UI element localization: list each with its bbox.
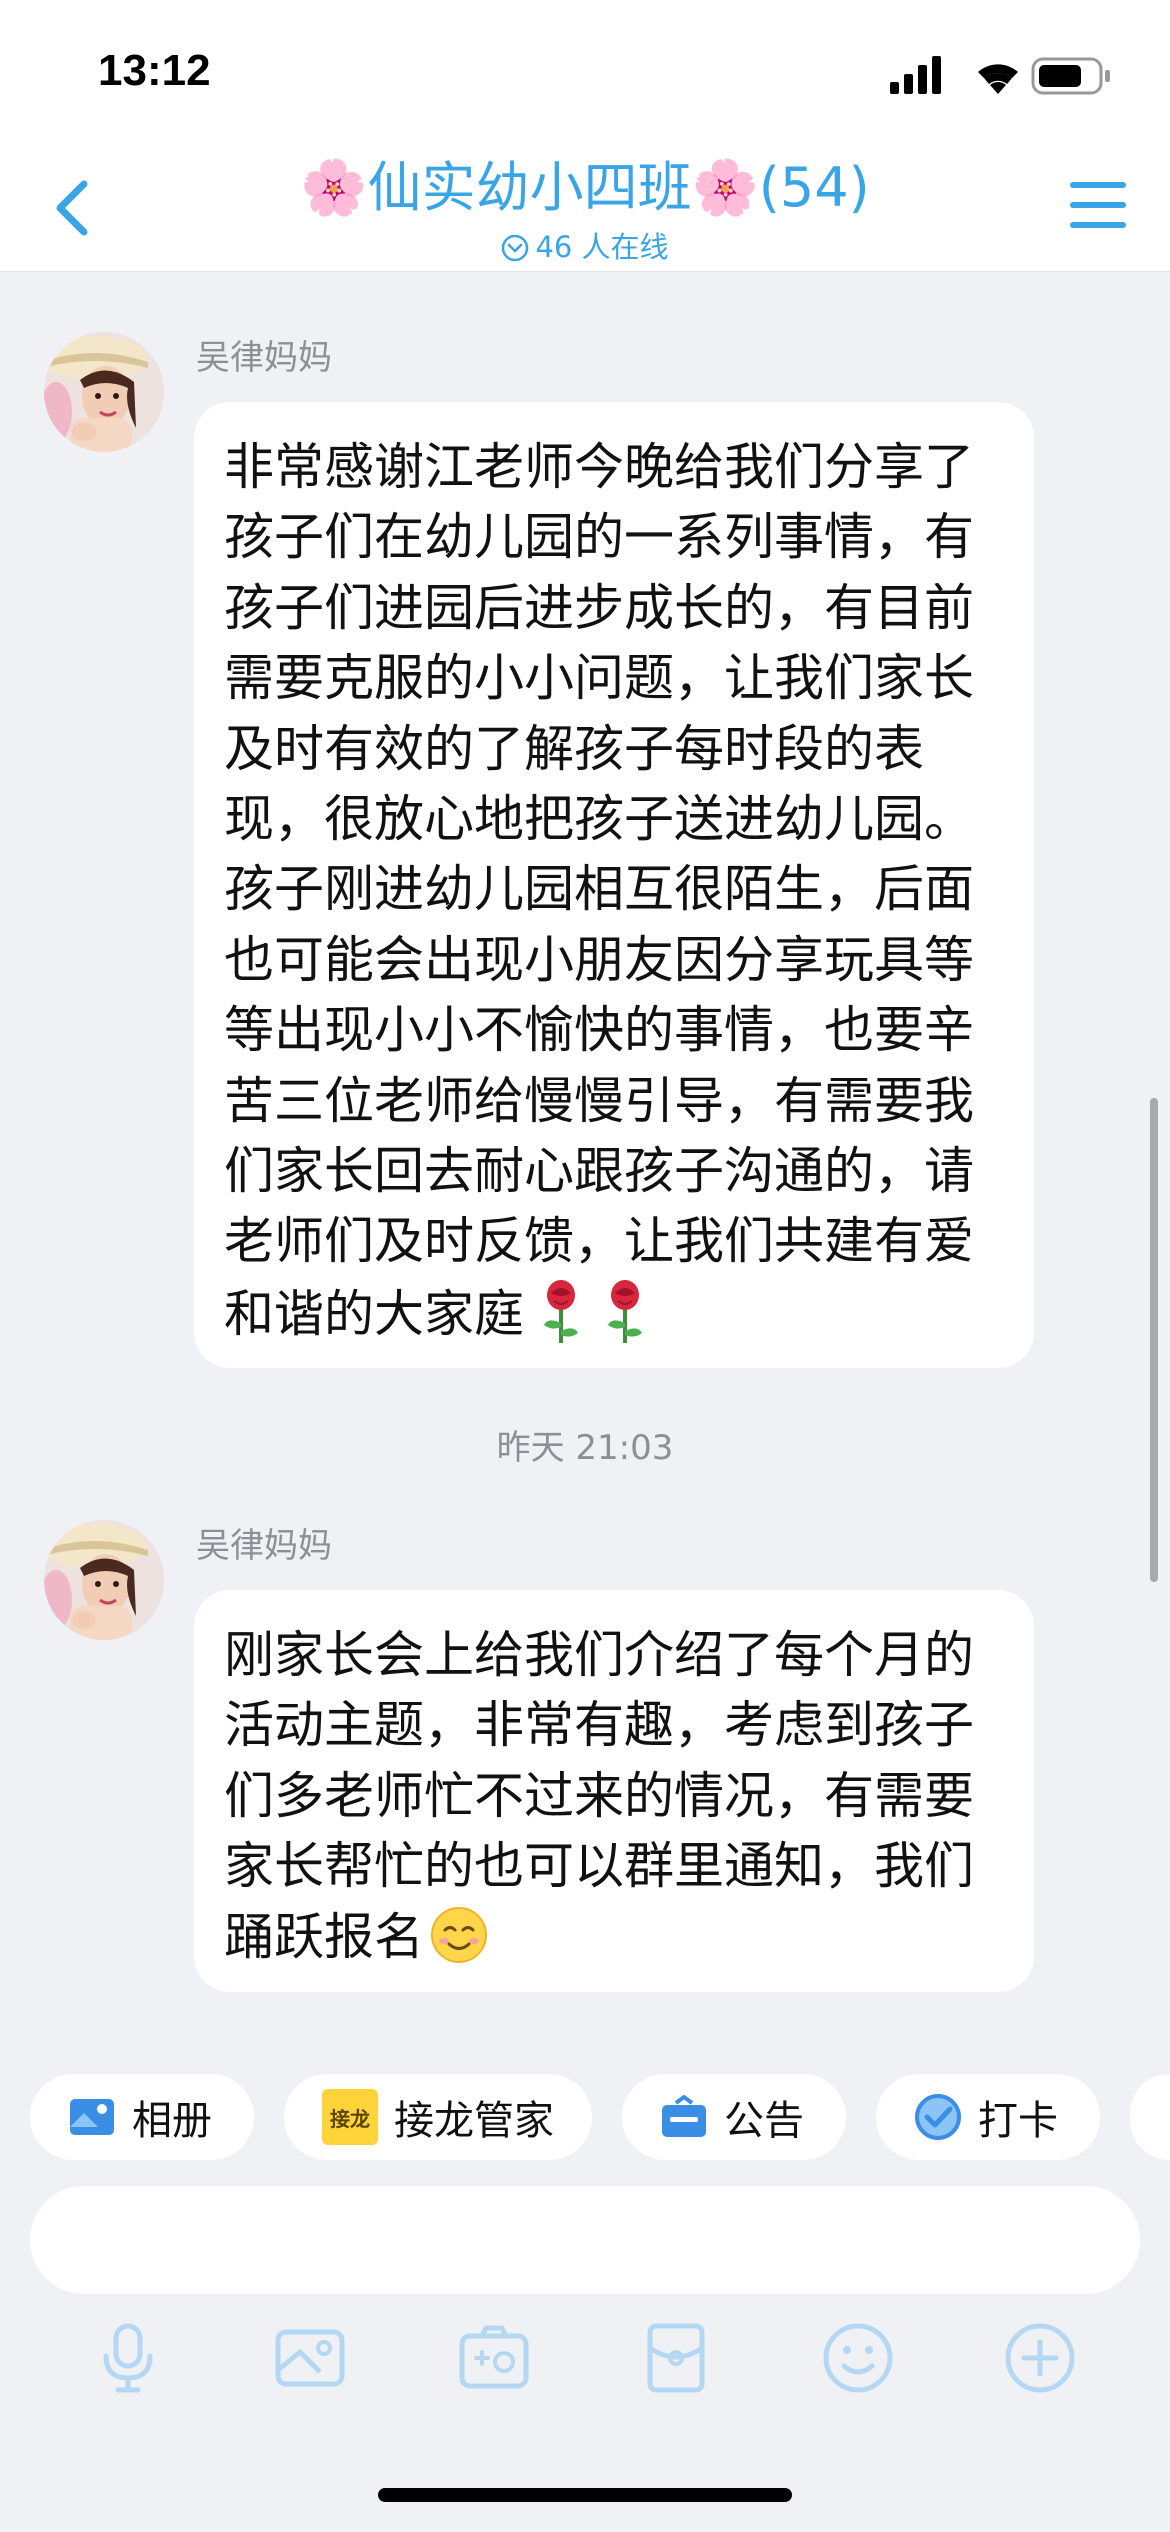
chat-screen: 13:12 🌸仙实幼小四班🌸(54) 46 人在线 吴律妈妈 非常感谢江老师今晚… (0, 0, 1170, 2532)
message-text: 非常感谢江老师今晚给我们分享了孩子们在幼儿园的一系列事情，有孩子们进园后进步成长… (224, 438, 974, 1343)
checkin-label: 打卡 (978, 2098, 1058, 2144)
image-icon[interactable] (270, 2318, 350, 2398)
back-button[interactable] (44, 172, 104, 244)
avatar-image (44, 1520, 164, 1640)
group-title: 🌸仙实幼小四班🌸(54) (300, 156, 870, 219)
rose-emoji-icon (544, 1279, 578, 1343)
announcement-button[interactable]: 公告 (622, 2074, 846, 2160)
battery-icon (1031, 57, 1110, 95)
album-button[interactable]: 相册 (30, 2074, 254, 2160)
announcement-icon (662, 2095, 706, 2137)
status-time: 13:12 (98, 46, 211, 95)
signal-icon (890, 56, 941, 94)
timestamp: 昨天 21:03 (496, 1428, 674, 1468)
chat-title-area[interactable]: 🌸仙实幼小四班🌸(54) 46 人在线 (180, 150, 990, 268)
microphone-icon[interactable] (88, 2318, 168, 2398)
message-text: 刚家长会上给我们介绍了每个月的活动主题，非常有趣，考虑到孩子们多老师忙不过来的情… (224, 1626, 974, 1966)
wifi-icon (978, 64, 1018, 94)
album-icon (70, 2099, 114, 2135)
announcement-label: 公告 (724, 2098, 804, 2144)
sender-name: 吴律妈妈 (196, 1526, 332, 1566)
more-quick-action[interactable] (1130, 2074, 1170, 2160)
online-count: 46 人在线 (535, 230, 669, 264)
input-toolbar (0, 2318, 1170, 2408)
checkin-button[interactable]: 打卡 (876, 2074, 1100, 2160)
rose-emoji-icon (608, 1279, 642, 1343)
quick-actions: 相册 接龙 接龙管家 公告 打卡 (0, 2074, 1170, 2160)
smiling-face-emoji-icon (431, 1906, 487, 1963)
menu-button[interactable] (1070, 182, 1126, 232)
jielong-icon: 接龙 (322, 2089, 378, 2145)
avatar[interactable] (44, 332, 164, 452)
message-input[interactable] (30, 2186, 1140, 2294)
checkin-icon (915, 2094, 961, 2140)
menu-line (1070, 182, 1126, 188)
status-icons (890, 56, 1110, 95)
message-bubble[interactable]: 刚家长会上给我们介绍了每个月的活动主题，非常有趣，考虑到孩子们多老师忙不过来的情… (194, 1590, 1034, 1992)
album-label: 相册 (132, 2098, 212, 2144)
message-list[interactable]: 吴律妈妈 非常感谢江老师今晚给我们分享了孩子们在幼儿园的一系列事情，有孩子们进园… (0, 272, 1170, 2042)
avatar[interactable] (44, 1520, 164, 1640)
online-status: 46 人在线 (180, 226, 990, 268)
top-bar: 13:12 🌸仙实幼小四班🌸(54) 46 人在线 (0, 0, 1170, 272)
sender-name: 吴律妈妈 (196, 338, 332, 378)
message-bubble[interactable]: 非常感谢江老师今晚给我们分享了孩子们在幼儿园的一系列事情，有孩子们进园后进步成长… (194, 402, 1034, 1368)
camera-icon[interactable] (454, 2318, 534, 2398)
scrollbar[interactable] (1150, 1098, 1158, 1582)
jielong-button[interactable]: 接龙 接龙管家 (284, 2074, 592, 2160)
chevron-circle-icon (502, 234, 529, 262)
plus-icon[interactable] (1000, 2318, 1080, 2398)
home-indicator[interactable] (378, 2488, 792, 2502)
menu-line (1070, 202, 1126, 208)
red-packet-icon[interactable] (636, 2318, 716, 2398)
emoji-icon[interactable] (818, 2318, 898, 2398)
avatar-image (44, 332, 164, 452)
menu-line (1070, 222, 1126, 228)
jielong-label: 接龙管家 (394, 2098, 554, 2144)
